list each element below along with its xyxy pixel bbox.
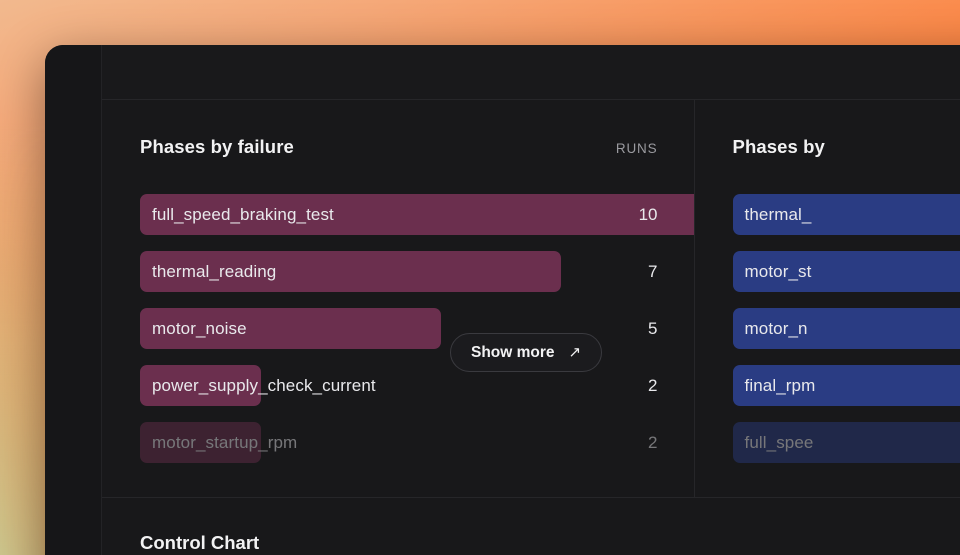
panel-title-left: Phases by failure bbox=[140, 136, 294, 157]
table-row[interactable]: motor_noise 5 bbox=[140, 300, 694, 357]
top-bar bbox=[102, 45, 960, 100]
table-row[interactable]: full_speed_braking_test 10 bbox=[140, 186, 694, 243]
bar-label: thermal_reading bbox=[152, 261, 277, 281]
bar-label: full_speed_braking_test bbox=[152, 204, 334, 224]
runs-column-header: RUNS bbox=[615, 141, 658, 156]
panel-header-right: Phases by bbox=[733, 136, 960, 158]
bar-label: full_spee bbox=[744, 432, 814, 452]
table-row[interactable]: full_spee bbox=[732, 414, 960, 471]
table-row[interactable]: power_supply_check_current 2 bbox=[140, 357, 694, 414]
table-row[interactable]: motor_st bbox=[732, 243, 960, 300]
runs-value: 7 bbox=[648, 261, 658, 281]
panels-row: Phases by failure RUNS full_speed_brakin… bbox=[102, 100, 960, 498]
bar-label: motor_noise bbox=[152, 318, 247, 338]
bar-label: motor_n bbox=[744, 318, 808, 338]
bar-label: power_supply_check_current bbox=[152, 375, 376, 395]
table-row[interactable]: final_rpm bbox=[732, 357, 960, 414]
runs-value: 2 bbox=[648, 375, 658, 395]
show-more-label: Show more bbox=[471, 343, 555, 361]
lower-section-title: Control Chart bbox=[140, 532, 260, 553]
runs-value: 2 bbox=[648, 432, 658, 452]
bar-list-right: thermal_ motor_st motor_n final_rpm full_spe… bbox=[732, 186, 960, 471]
runs-value: 10 bbox=[638, 204, 658, 224]
app-window: Phases by failure RUNS full_speed_brakin… bbox=[45, 45, 960, 555]
show-more-button[interactable]: Show more ↗ bbox=[450, 333, 603, 372]
table-row[interactable]: motor_startup_rpm 2 bbox=[140, 414, 694, 471]
table-row[interactable]: motor_n bbox=[732, 300, 960, 357]
screenshot-stage: Phases by failure RUNS full_speed_brakin… bbox=[0, 0, 960, 555]
panel-phases-by-secondary: Phases by thermal_ motor_st motor_n final_r… bbox=[695, 100, 960, 497]
sidebar bbox=[45, 45, 102, 555]
panel-phases-by-failure: Phases by failure RUNS full_speed_brakin… bbox=[102, 100, 695, 497]
panel-title-right: Phases by bbox=[732, 136, 825, 157]
main-content: Phases by failure RUNS full_speed_brakin… bbox=[102, 45, 960, 555]
table-row[interactable]: thermal_ bbox=[732, 186, 960, 243]
panel-header-left: Phases by failure RUNS bbox=[140, 136, 694, 158]
bar-label: motor_startup_rpm bbox=[152, 432, 298, 452]
arrow-up-right-icon: ↗ bbox=[568, 344, 582, 361]
bar-label: thermal_ bbox=[744, 204, 812, 224]
lower-section: Control Chart bbox=[102, 498, 960, 554]
bar-list-left: full_speed_braking_test 10 thermal_reading… bbox=[140, 186, 694, 471]
runs-value: 5 bbox=[648, 318, 658, 338]
table-row[interactable]: thermal_reading 7 bbox=[140, 243, 694, 300]
bar-label: final_rpm bbox=[744, 375, 816, 395]
bar-label: motor_st bbox=[744, 261, 812, 281]
